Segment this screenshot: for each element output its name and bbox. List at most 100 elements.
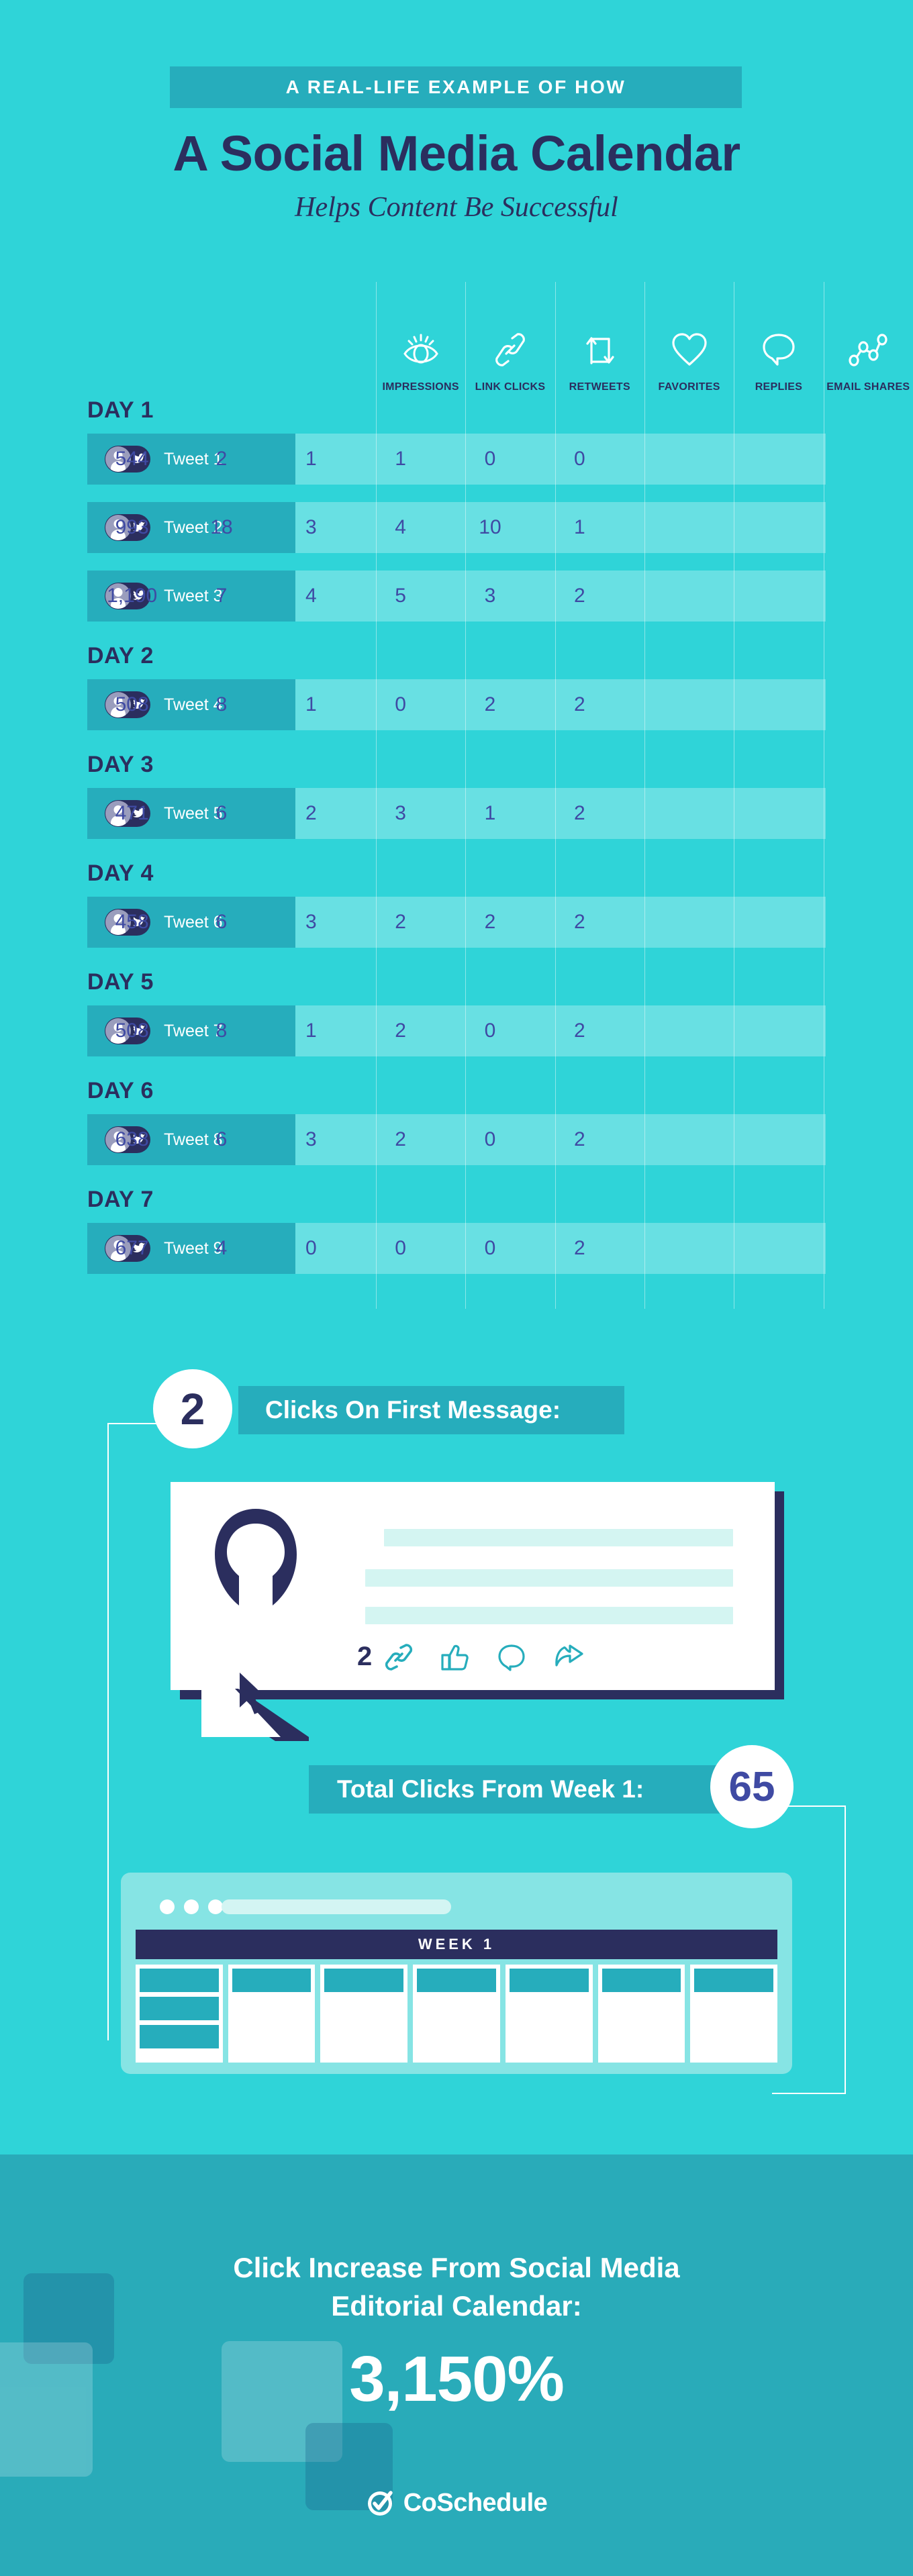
calendar-day-column[interactable] xyxy=(320,1965,408,2063)
day-label: DAY 6 xyxy=(87,1078,154,1103)
day-label: DAY 1 xyxy=(87,397,154,423)
table-cell: 993 xyxy=(115,516,149,538)
table-cell: 2 xyxy=(395,1020,406,1042)
table-cell: 3 xyxy=(305,911,317,933)
tweet-card: 2 xyxy=(171,1482,775,1690)
table-cell: 10 xyxy=(479,516,501,538)
table-cell: 2 xyxy=(573,1128,585,1150)
table-cell: 2 xyxy=(395,911,406,933)
table-cell: 2 xyxy=(573,802,585,824)
coschedule-check-icon xyxy=(367,2490,393,2516)
avatar-icon xyxy=(215,1509,297,1605)
total-clicks-bar: Total Clicks From Week 1: xyxy=(309,1765,759,1814)
calendar-event-block[interactable] xyxy=(417,1969,496,1992)
table-cell: 2 xyxy=(573,1020,585,1042)
table-row[interactable]: Tweet 3 1,190 7 4 5 3 2 xyxy=(87,571,826,622)
calendar-event-block[interactable] xyxy=(324,1969,404,1992)
day-label: DAY 4 xyxy=(87,860,154,886)
table-row[interactable]: Tweet 8 638 6 3 2 0 2 xyxy=(87,1114,826,1165)
table-cell: 471 xyxy=(115,802,149,824)
cursor-pointer-icon xyxy=(240,1673,265,1714)
table-row[interactable]: Tweet 7 508 8 1 2 0 2 xyxy=(87,1005,826,1056)
clicks-first-message-label: Clicks On First Message: xyxy=(265,1396,561,1424)
table-cell: 1 xyxy=(305,1020,317,1042)
calendar-week-header: WEEK 1 xyxy=(136,1930,777,1959)
table-cell: 2 xyxy=(215,448,228,470)
share-icon[interactable] xyxy=(553,1642,585,1672)
page-subtitle: Helps Content Be Successful xyxy=(295,192,618,223)
calendar-event-block[interactable] xyxy=(509,1969,589,1992)
calendar-event-block[interactable] xyxy=(140,1997,219,2020)
table-cell: 3 xyxy=(484,585,496,607)
calendar-day-column[interactable] xyxy=(136,1965,223,2063)
table-cell: 2 xyxy=(573,585,585,607)
browser-url-bar[interactable] xyxy=(222,1899,451,1914)
table-cell: 1 xyxy=(484,802,496,824)
table-cell: 0 xyxy=(305,1237,317,1259)
header-ribbon: A REAL-LIFE EXAMPLE OF HOW xyxy=(170,66,742,108)
day-label: DAY 3 xyxy=(87,752,154,777)
heart-icon xyxy=(671,328,708,372)
table-cell: 2 xyxy=(573,693,585,715)
table-cell: 2 xyxy=(573,911,585,933)
table-cell: 2 xyxy=(573,1237,585,1259)
table-cell: 0 xyxy=(484,1128,496,1150)
clicks-first-message-bar: Clicks On First Message: xyxy=(238,1386,624,1434)
table-cell: 18 xyxy=(210,516,233,538)
table-cell: 2 xyxy=(484,693,496,715)
header-ribbon-text: A REAL-LIFE EXAMPLE OF HOW xyxy=(285,77,626,97)
total-clicks-label: Total Clicks From Week 1: xyxy=(337,1775,644,1803)
table-column-header: FAVORITES xyxy=(644,282,734,397)
table-row[interactable]: Tweet 9 677 4 0 0 0 2 xyxy=(87,1223,826,1274)
table-cell: 7 xyxy=(215,585,228,607)
table-column-header: EMAIL SHARES xyxy=(824,282,913,397)
table-cell: 0 xyxy=(573,448,585,470)
table-cell: 544 xyxy=(115,448,149,470)
table-cell: 2 xyxy=(484,911,496,933)
table-column-header: IMPRESSIONS xyxy=(376,282,465,397)
thumbs-up-icon[interactable] xyxy=(440,1642,470,1672)
table-cell: 8 xyxy=(215,1020,228,1042)
comment-icon[interactable] xyxy=(497,1642,526,1672)
table-cell: 0 xyxy=(395,693,406,715)
calendar-event-block[interactable] xyxy=(602,1969,681,1992)
coschedule-wordmark: CoSchedule xyxy=(403,2489,548,2517)
table-cell: 1 xyxy=(305,693,317,715)
calendar-grid xyxy=(136,1965,778,2063)
tweet-click-count: 2 xyxy=(357,1642,373,1671)
table-cell: 5 xyxy=(395,585,406,607)
calendar-day-column[interactable] xyxy=(413,1965,500,2063)
table-cell: 3 xyxy=(305,516,317,538)
calendar-browser-mockup: WEEK 1 xyxy=(121,1873,792,2074)
table-row[interactable]: Tweet 6 458 6 3 2 2 2 xyxy=(87,897,826,948)
calendar-day-column[interactable] xyxy=(690,1965,778,2063)
footer-percent-value: 3,150% xyxy=(349,2343,565,2415)
browser-window-dots xyxy=(160,1899,223,1914)
table-row[interactable]: Tweet 2 993 18 3 4 10 1 xyxy=(87,502,826,553)
table-cell: 0 xyxy=(395,1237,406,1259)
tweet-text-line-2 xyxy=(365,1569,733,1587)
calendar-week-title: WEEK 1 xyxy=(418,1936,495,1952)
total-clicks-badge: 65 xyxy=(710,1745,794,1828)
table-cell: 0 xyxy=(484,448,496,470)
table-cell: 3 xyxy=(395,802,406,824)
table-cell: 6 xyxy=(215,802,228,824)
calendar-event-block[interactable] xyxy=(140,2025,219,2048)
table-column-header: LINK CLICKS xyxy=(465,282,555,397)
calendar-event-block[interactable] xyxy=(232,1969,311,1992)
calendar-day-column[interactable] xyxy=(228,1965,316,2063)
table-row[interactable]: Tweet 1 544 2 1 1 0 0 xyxy=(87,434,826,485)
link-icon[interactable] xyxy=(384,1642,414,1672)
calendar-event-block[interactable] xyxy=(140,1969,219,1992)
table-column-label: FAVORITES xyxy=(658,381,720,393)
calendar-day-column[interactable] xyxy=(505,1965,593,2063)
coschedule-logo: CoSchedule xyxy=(0,2489,913,2518)
table-row[interactable]: Tweet 4 508 8 1 0 2 2 xyxy=(87,679,826,730)
calendar-event-block[interactable] xyxy=(694,1969,774,1992)
retweet-icon xyxy=(581,328,618,372)
table-column-label: LINK CLICKS xyxy=(475,381,546,393)
table-row[interactable]: Tweet 5 471 6 2 3 1 2 xyxy=(87,788,826,839)
calendar-day-column[interactable] xyxy=(597,1965,685,2063)
clicks-first-message-badge: 2 xyxy=(153,1369,232,1448)
table-cell: 1 xyxy=(305,448,317,470)
